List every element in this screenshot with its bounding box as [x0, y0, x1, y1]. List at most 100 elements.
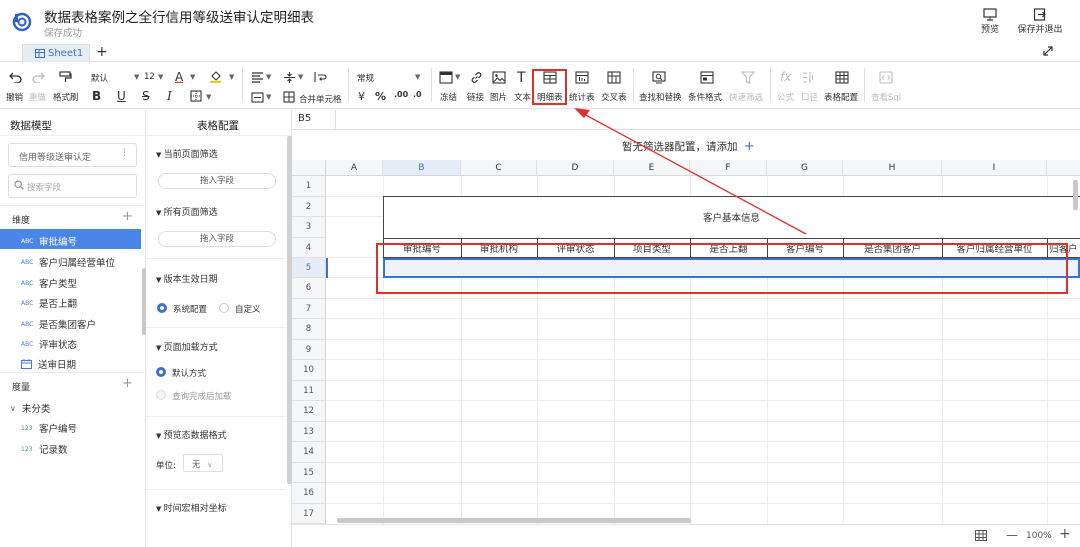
text-direction-icon[interactable]: [251, 92, 264, 103]
zoom-in-button[interactable]: +: [1059, 526, 1071, 542]
wrap-text-icon[interactable]: [314, 71, 327, 83]
stat-table-button[interactable]: 统计表: [569, 91, 595, 103]
row-header[interactable]: 11: [292, 381, 326, 401]
expand-icon[interactable]: [1042, 45, 1054, 57]
vertical-align-icon[interactable]: [283, 71, 296, 84]
dimension-item[interactable]: ABC 是否上翻: [21, 296, 77, 310]
font-name-select[interactable]: 默认: [91, 72, 108, 84]
image-button[interactable]: 图片: [490, 91, 507, 103]
column-header[interactable]: H: [843, 160, 942, 176]
row-header[interactable]: 7: [292, 299, 326, 319]
row-header[interactable]: 10: [292, 360, 326, 381]
version-date-header[interactable]: ▼ 版本生效日期: [156, 272, 218, 285]
freeze-button[interactable]: 冻结: [440, 91, 457, 103]
dimension-item[interactable]: 送审日期: [21, 357, 76, 371]
dimension-item[interactable]: ABC 客户类型: [21, 276, 77, 290]
model-select[interactable]: 信用等级送审认定: [8, 143, 137, 167]
bold-button[interactable]: B: [92, 89, 101, 103]
column-header[interactable]: A: [326, 160, 383, 176]
grid-view-icon[interactable]: [975, 530, 987, 541]
add-sheet-button[interactable]: +: [96, 44, 108, 60]
undo-icon[interactable]: [9, 72, 22, 83]
table-config-button[interactable]: 表格配置: [824, 91, 858, 103]
font-color-icon[interactable]: A: [175, 70, 183, 84]
system-config-radio[interactable]: [157, 303, 167, 313]
number-format-select[interactable]: 常规: [357, 72, 374, 84]
all-page-filter-header[interactable]: ▼ 所有页面筛选: [156, 205, 218, 218]
more-vertical-icon[interactable]: ⋮: [120, 148, 129, 158]
vertical-align-dropdown-icon[interactable]: ▼: [298, 73, 303, 81]
row-header[interactable]: 6: [292, 278, 326, 299]
text-icon[interactable]: T: [517, 70, 526, 86]
underline-button[interactable]: U: [117, 89, 126, 103]
row-header[interactable]: 1: [292, 176, 326, 197]
dimension-item[interactable]: ABC 是否集团客户: [21, 317, 96, 331]
border-icon[interactable]: [190, 90, 202, 102]
unit-select[interactable]: 无 ∨: [183, 454, 223, 472]
merge-cells-icon[interactable]: [283, 91, 295, 103]
format-painter-icon[interactable]: [59, 71, 72, 83]
row-header[interactable]: 4: [292, 238, 326, 258]
preview-button[interactable]: 预览: [975, 8, 1005, 35]
row-header-selected[interactable]: 5: [292, 258, 326, 278]
save-and-exit-button[interactable]: 保存并退出: [1014, 8, 1066, 35]
row-header[interactable]: 12: [292, 401, 326, 422]
page-load-header[interactable]: ▼ 页面加载方式: [156, 340, 218, 353]
all-filter-drop-zone[interactable]: 拖入字段: [158, 231, 276, 247]
conditional-format-button[interactable]: 条件格式: [688, 91, 722, 103]
column-header[interactable]: D: [537, 160, 614, 176]
column-header[interactable]: [1047, 160, 1080, 176]
preview-format-header[interactable]: ▼ 预览态数据格式: [156, 428, 227, 441]
merge-cells-button[interactable]: 合并单元格: [299, 93, 342, 105]
font-color-dropdown-icon[interactable]: ▼: [190, 73, 195, 81]
freeze-icon[interactable]: [439, 71, 453, 84]
increase-decimal-button[interactable]: .00: [394, 90, 408, 99]
filter-notice[interactable]: 暂无筛选器配置，请添加 +: [622, 139, 755, 154]
add-filter-icon[interactable]: +: [744, 139, 755, 154]
conditional-format-icon[interactable]: [700, 71, 714, 84]
dimension-item[interactable]: ABC 评审状态: [21, 337, 77, 351]
column-header[interactable]: F: [690, 160, 767, 176]
row-header[interactable]: 17: [292, 504, 326, 524]
column-header-selected[interactable]: B: [383, 160, 461, 176]
row-header[interactable]: 8: [292, 319, 326, 340]
column-header[interactable]: G: [767, 160, 843, 176]
cell-reference[interactable]: B5: [298, 113, 338, 124]
zoom-out-button[interactable]: —: [1006, 528, 1018, 542]
row-header[interactable]: 16: [292, 483, 326, 504]
row-header[interactable]: 3: [292, 217, 326, 238]
spreadsheet-grid[interactable]: A B C D E F G H I 1 2 3 4 5 6 7 8 9 10 1…: [292, 160, 1080, 524]
column-header[interactable]: E: [614, 160, 690, 176]
text-direction-dropdown-icon[interactable]: ▼: [266, 93, 271, 101]
fill-color-dropdown-icon[interactable]: ▼: [229, 73, 234, 81]
measure-item[interactable]: 123 记录数: [21, 442, 68, 456]
horizontal-align-dropdown-icon[interactable]: ▼: [266, 73, 271, 81]
percent-button[interactable]: %: [375, 90, 386, 103]
measure-group[interactable]: ∨ 未分类: [10, 401, 50, 416]
link-button[interactable]: 链接: [467, 91, 484, 103]
current-filter-drop-zone[interactable]: 拖入字段: [158, 173, 276, 189]
horizontal-scrollbar[interactable]: [337, 518, 691, 523]
number-format-dropdown-icon[interactable]: ▼: [415, 73, 420, 81]
dimension-item[interactable]: ABC 客户归属经营单位: [21, 255, 115, 269]
border-dropdown-icon[interactable]: ▼: [206, 93, 211, 101]
currency-button[interactable]: ¥: [358, 90, 365, 103]
sheet-tab-active[interactable]: Sheet1: [22, 44, 90, 62]
row-header[interactable]: 14: [292, 442, 326, 463]
current-page-filter-header[interactable]: ▼ 当前页面筛选: [156, 147, 218, 160]
fill-color-icon[interactable]: [209, 70, 222, 83]
vertical-scrollbar[interactable]: [1073, 180, 1078, 210]
row-header[interactable]: 13: [292, 422, 326, 442]
row-header[interactable]: 9: [292, 340, 326, 360]
image-icon[interactable]: [492, 71, 506, 84]
default-load-radio[interactable]: [156, 367, 166, 377]
column-header[interactable]: C: [461, 160, 537, 176]
font-size-select[interactable]: 12: [144, 72, 155, 82]
cross-table-icon[interactable]: [607, 71, 621, 84]
cross-table-button[interactable]: 交叉表: [601, 91, 627, 103]
text-button[interactable]: 文本: [514, 91, 531, 103]
italic-button[interactable]: I: [167, 89, 172, 103]
time-macro-header[interactable]: ▼ 时间宏相对坐标: [156, 501, 227, 514]
grid-corner[interactable]: [292, 160, 326, 176]
freeze-dropdown-icon[interactable]: ▼: [455, 73, 460, 81]
